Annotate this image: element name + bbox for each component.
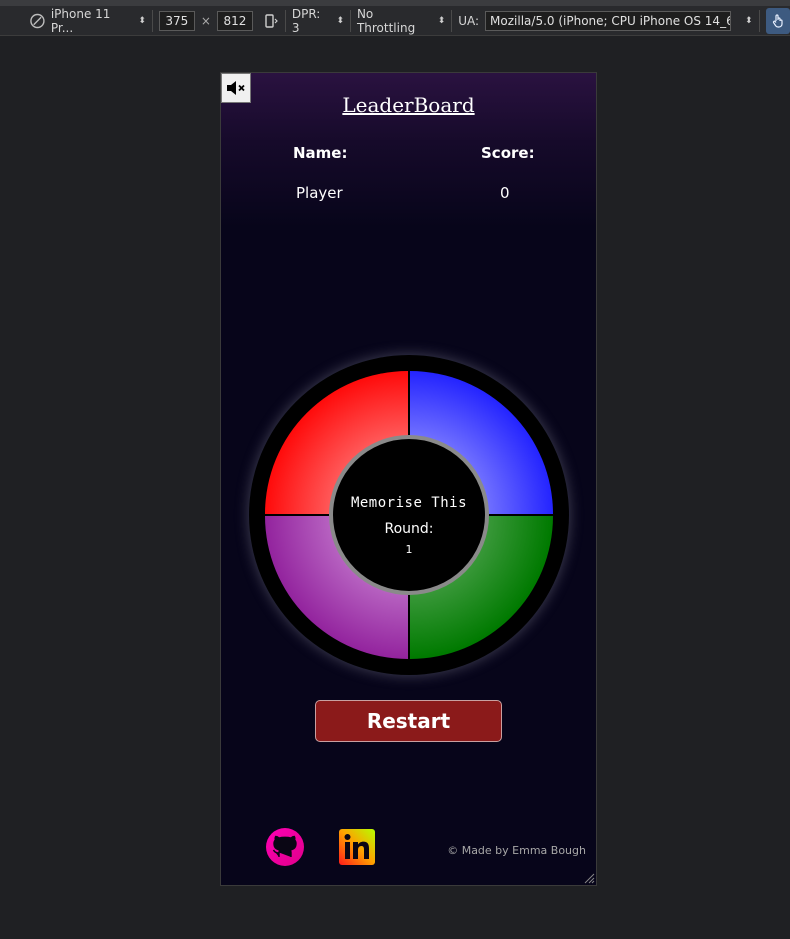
name-column-header: Name: (293, 144, 348, 162)
dpr-label: DPR: 3 (291, 6, 321, 35)
toolbar-divider (451, 9, 453, 32)
restart-button[interactable]: Restart (315, 700, 502, 742)
dropdown-arrow-icon: ⬍ (138, 15, 146, 26)
dpr-selector[interactable]: DPR: 3 ⬍ (292, 7, 344, 35)
hand-pointer-icon (772, 13, 783, 28)
toolbar-divider (151, 9, 153, 32)
device-selector[interactable]: iPhone 11 Pr... ⬍ (30, 7, 146, 35)
simon-game-board: Memorise This Round: 1 (249, 355, 569, 675)
leaderboard-player-name: Player (296, 184, 343, 202)
dropdown-arrow-icon: ⬍ (437, 15, 446, 26)
rotate-icon[interactable] (263, 13, 279, 29)
leaderboard: LeaderBoard Name: Score: Player 0 (221, 73, 596, 227)
dropdown-arrow-icon: ⬍ (336, 15, 345, 26)
toolbar-divider (758, 9, 760, 32)
game-status-text: Memorise This (350, 495, 468, 511)
height-input[interactable]: 812 (216, 10, 253, 31)
device-name: iPhone 11 Pr... (50, 6, 111, 35)
dimension-separator: × (200, 13, 211, 28)
leaderboard-player-score: 0 (500, 184, 510, 202)
user-agent-input[interactable]: Mozilla/5.0 (iPhone; CPU iPhone OS 14_6 … (485, 10, 732, 31)
devtools-device-toolbar: iPhone 11 Pr... ⬍ 375 × 812 DPR: 3 ⬍ No … (0, 0, 790, 36)
ua-label: UA: (458, 13, 480, 28)
throttling-label: No Throttling (356, 6, 416, 35)
throttling-selector[interactable]: No Throttling ⬍ (357, 7, 445, 35)
touch-emulation-button[interactable] (765, 7, 790, 34)
device-mode-icon (30, 13, 45, 28)
round-number: 1 (405, 543, 413, 556)
center-display: Memorise This Round: 1 (329, 435, 489, 595)
device-viewport: LeaderBoard Name: Score: Player 0 Memori… (220, 72, 597, 886)
linkedin-icon (339, 829, 375, 865)
resize-handle-icon[interactable] (583, 872, 595, 884)
dropdown-arrow-icon[interactable]: ⬍ (745, 16, 753, 26)
toolbar-divider (284, 9, 286, 32)
round-label: Round: (384, 521, 434, 537)
leaderboard-title: LeaderBoard (342, 93, 475, 117)
linkedin-link[interactable] (339, 829, 375, 865)
score-column-header: Score: (481, 144, 535, 162)
width-input[interactable]: 375 (158, 10, 195, 31)
copyright-text: © Made by Emma Bough (447, 844, 586, 857)
toolbar-divider (350, 9, 351, 32)
github-link[interactable] (265, 827, 305, 867)
github-icon (266, 828, 304, 866)
